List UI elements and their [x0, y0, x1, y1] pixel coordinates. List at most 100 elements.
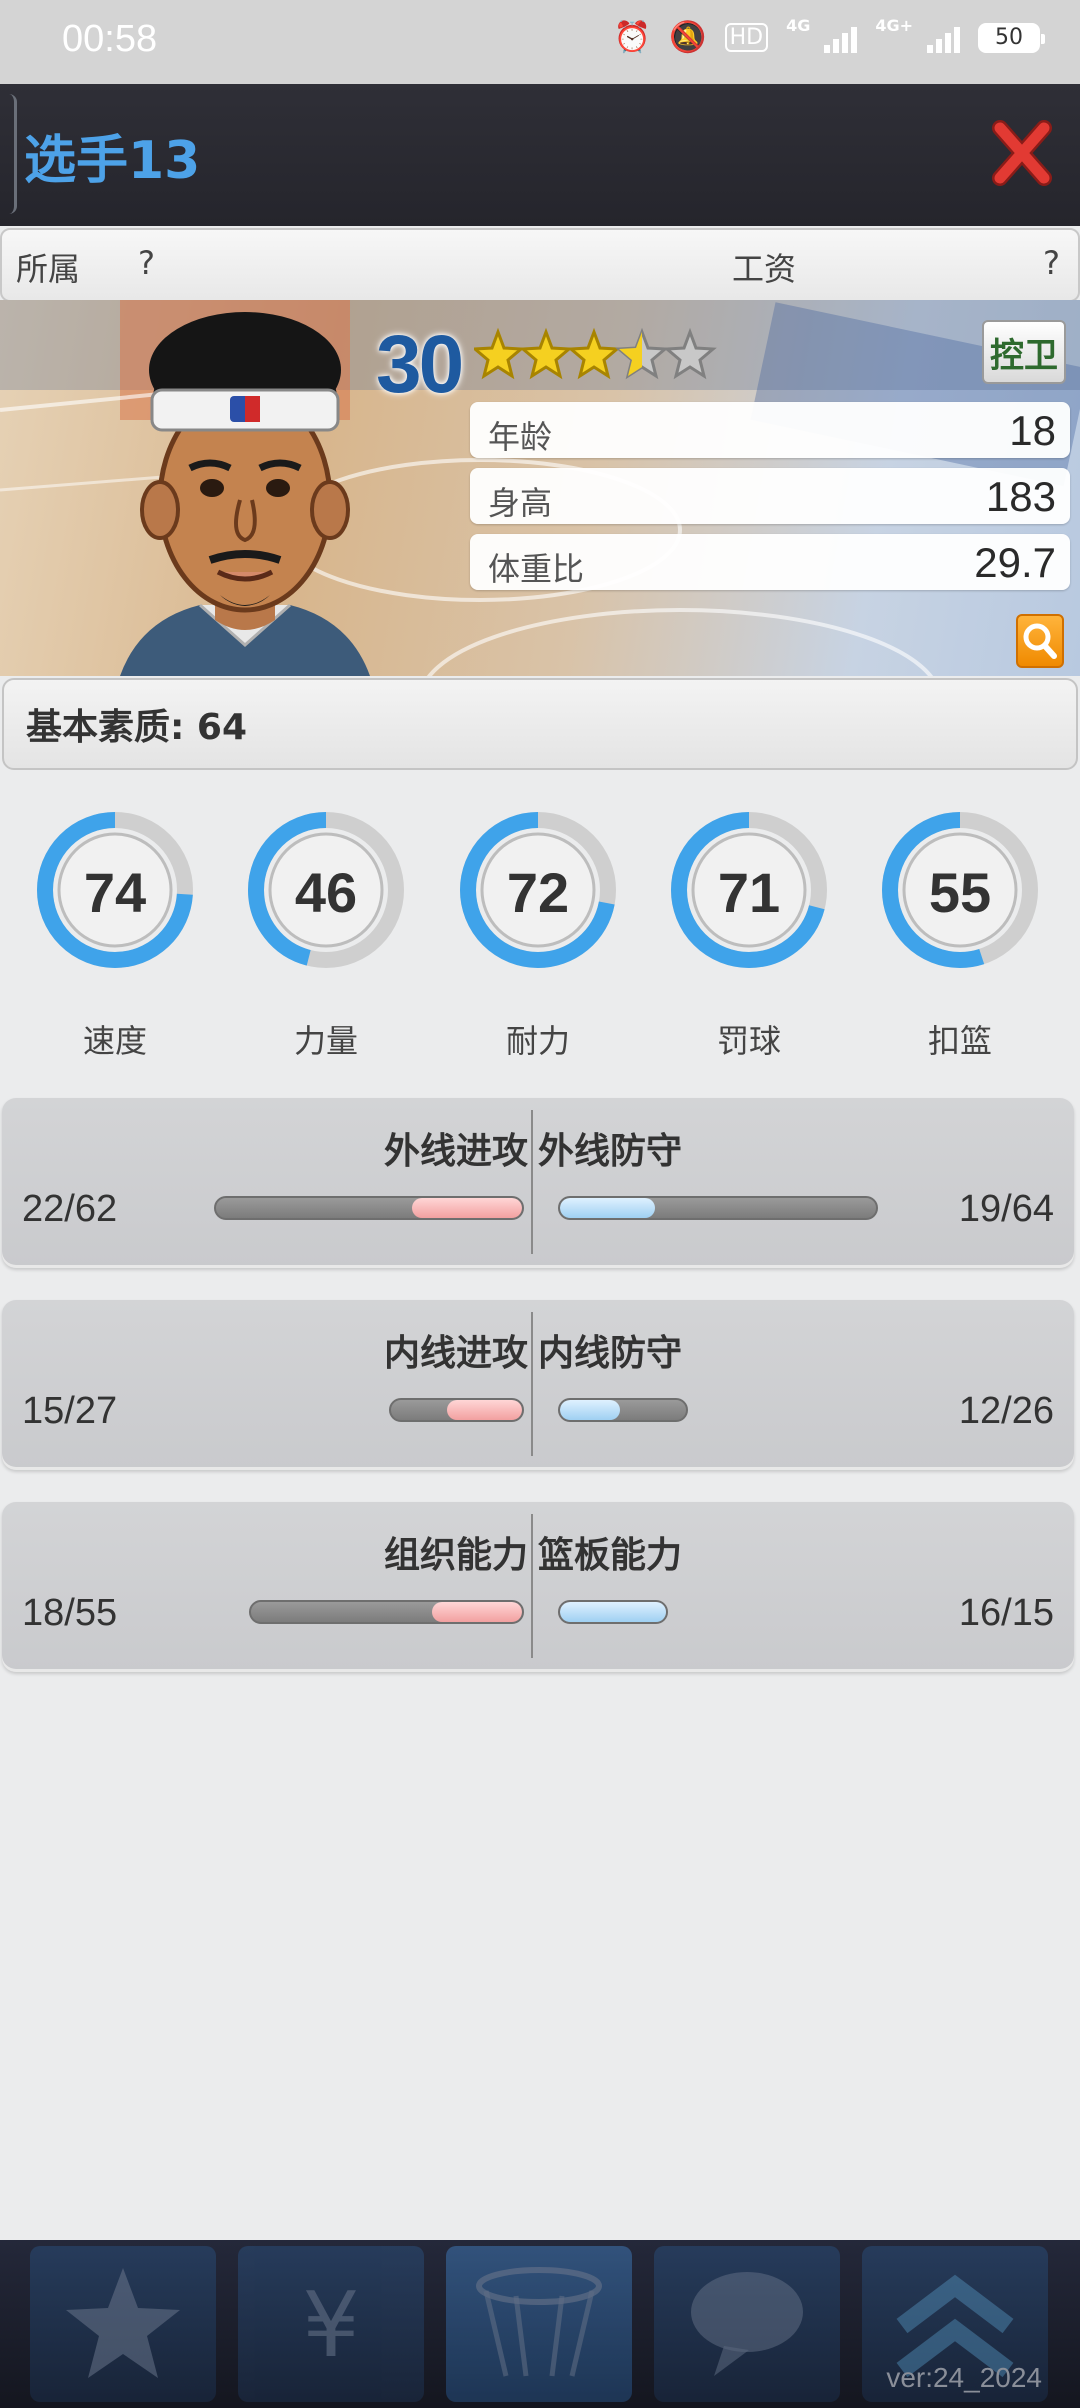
ability-value: 71	[717, 861, 781, 924]
attr-label: 年龄	[488, 418, 553, 456]
attr-row-height: 身高 183	[470, 468, 1070, 524]
ability-ring: 55 扣篮	[880, 810, 1040, 1060]
nav-item-4[interactable]	[654, 2246, 840, 2402]
attr-row-weight: 体重比 29.7	[470, 534, 1070, 590]
ability-label: 耐力	[505, 1022, 570, 1060]
nav-item-3[interactable]	[446, 2246, 632, 2402]
basket-icon	[476, 2267, 602, 2377]
basic-quality-label: 基本素质: 64	[26, 707, 248, 748]
hd-icon: HD	[724, 23, 769, 52]
ability-label: 力量	[293, 1022, 358, 1060]
close-button[interactable]	[992, 120, 1052, 186]
skill-panel-perimeter: 外线进攻 外线防守 22/62 19/64	[2, 1098, 1074, 1268]
star-icon-2	[521, 330, 571, 378]
ability-ring: 46 力量	[246, 810, 406, 1060]
attr-label: 体重比	[488, 550, 585, 588]
attr-label: 身高	[488, 484, 553, 522]
star-icon	[66, 2268, 180, 2378]
panel-divider	[531, 1514, 533, 1658]
back-edge[interactable]	[0, 94, 17, 214]
skill-bar-fill	[560, 1198, 655, 1218]
mute-icon: 🔕	[669, 20, 707, 55]
skill-bar-right	[558, 1398, 688, 1422]
title-bar: 选手13	[0, 84, 1080, 226]
version-label: ver:24_2024	[886, 2362, 1042, 2393]
skill-bar-fill	[412, 1198, 522, 1218]
attr-value: 29.7	[974, 539, 1056, 586]
ability-value: 74	[83, 861, 147, 924]
skill-value-left: 22/62	[22, 1188, 118, 1230]
skill-bar-fill	[447, 1400, 522, 1420]
ability-value: 46	[294, 861, 358, 924]
skill-panel-playmaking: 组织能力 篮板能力 18/55 16/15	[2, 1502, 1074, 1672]
skill-title-right: 篮板能力	[538, 1535, 683, 1576]
ability-ring: 71 罚球	[669, 810, 829, 1060]
panel-divider	[531, 1110, 533, 1254]
status-icons: ⏰ 🔕 HD 4G 4G+ 50	[613, 16, 1045, 55]
nav-item-2[interactable]: ¥	[238, 2246, 424, 2402]
panel-divider	[531, 1312, 533, 1456]
skill-value-right: 19/64	[958, 1188, 1054, 1230]
nav-item-1[interactable]	[30, 2246, 216, 2402]
close-icon	[992, 120, 1052, 186]
skill-value-left: 18/55	[22, 1592, 118, 1634]
battery-level: 50	[995, 25, 1023, 50]
basic-quality-bar: 基本素质: 64	[2, 678, 1078, 770]
skill-bar-right	[558, 1196, 878, 1220]
position-badge: 控卫	[982, 320, 1066, 384]
info-bar: 所属 ? 工资 ?	[0, 228, 1080, 302]
ability-label: 速度	[82, 1022, 147, 1060]
ability-label: 扣篮	[927, 1022, 992, 1060]
chat-icon	[691, 2272, 803, 2376]
network-label-2: 4G+	[875, 16, 913, 35]
search-button[interactable]	[1016, 614, 1064, 668]
player-avatar	[120, 312, 370, 676]
attr-value: 183	[985, 473, 1056, 520]
svg-text:¥: ¥	[302, 2273, 359, 2378]
alarm-icon: ⏰	[613, 20, 652, 55]
star-icon-4	[617, 330, 667, 378]
salary-value: ?	[1043, 244, 1060, 282]
team-label: 所属	[16, 250, 81, 288]
star-icon-3	[569, 330, 619, 378]
skill-bar-fill	[560, 1602, 666, 1622]
signal-icon-1	[824, 23, 858, 53]
ability-ring: 72 耐力	[458, 810, 618, 1060]
ability-rings: 74 速度 46 力量 72 耐力 71 罚球 55 扣篮	[0, 810, 1080, 1070]
bottom-nav: ¥ ver:24_2024	[0, 2240, 1080, 2408]
network-label-1: 4G	[786, 16, 811, 35]
ability-label: 罚球	[716, 1022, 781, 1060]
skill-title-left: 外线进攻	[383, 1131, 528, 1172]
battery-icon: 50	[978, 22, 1045, 53]
attr-value: 18	[1009, 407, 1056, 454]
status-time: 00:58	[62, 18, 158, 60]
skill-bar-fill	[432, 1602, 522, 1622]
skill-bar-left	[214, 1196, 524, 1220]
skill-bar-fill	[560, 1400, 620, 1420]
star-rating	[474, 330, 715, 378]
star-icon-5	[665, 330, 715, 378]
skill-panel-interior: 内线进攻 内线防守 15/27 12/26	[2, 1300, 1074, 1470]
skill-value-left: 15/27	[22, 1390, 118, 1432]
yen-icon: ¥	[302, 2273, 359, 2378]
player-rating: 30	[376, 319, 464, 410]
skill-value-right: 12/26	[958, 1390, 1054, 1432]
skill-bar-left	[249, 1600, 524, 1624]
skill-title-left: 组织能力	[383, 1535, 528, 1576]
team-value: ?	[138, 244, 155, 282]
skill-value-right: 16/15	[958, 1592, 1054, 1634]
signal-icon-2	[927, 23, 960, 53]
skill-title-right: 外线防守	[538, 1131, 683, 1172]
skill-title-right: 内线防守	[538, 1333, 683, 1374]
search-icon	[1023, 623, 1057, 659]
star-icon-1	[474, 330, 523, 378]
skill-title-left: 内线进攻	[383, 1333, 528, 1374]
ability-value: 55	[928, 861, 992, 924]
player-card: 30 控卫 年龄 18 身高 183 体重比 29.7	[0, 300, 1080, 676]
ability-value: 72	[506, 861, 570, 924]
attr-row-age: 年龄 18	[470, 402, 1070, 458]
skill-bar-right	[558, 1600, 668, 1624]
skill-bar-left	[389, 1398, 524, 1422]
salary-label: 工资	[732, 250, 797, 288]
ability-ring: 74 速度	[35, 810, 195, 1060]
